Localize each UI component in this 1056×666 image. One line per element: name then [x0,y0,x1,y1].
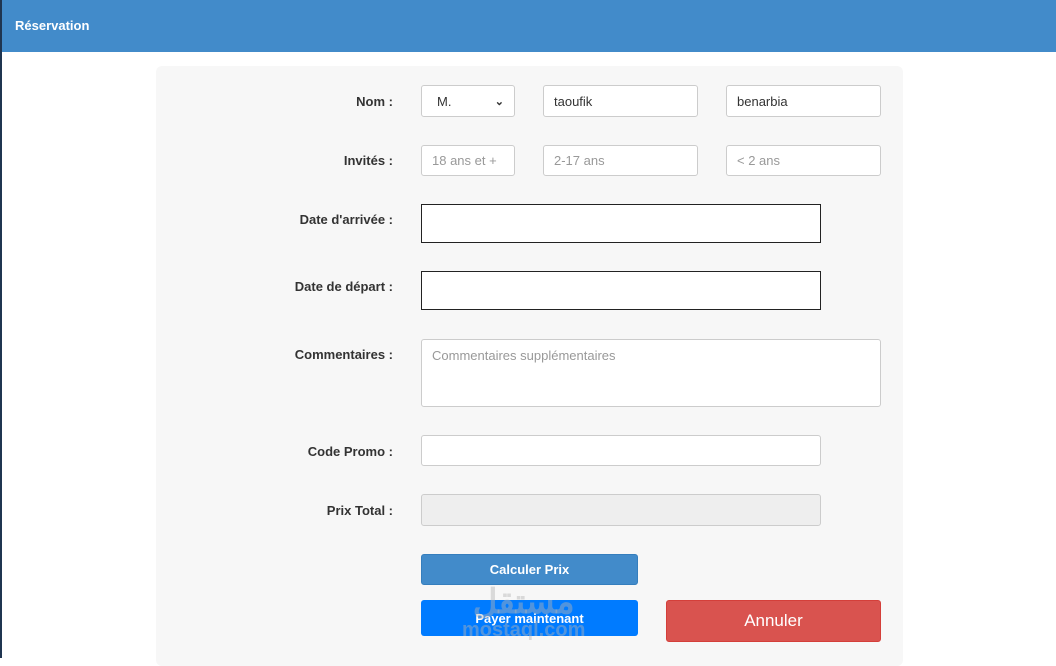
payer-button[interactable]: Payer maintenant [421,600,638,636]
nom-label: Nom : [356,94,393,109]
infants-placeholder: < 2 ans [737,153,781,168]
header-title: Réservation [15,18,90,33]
adults-input[interactable]: 18 ans et + [421,145,515,176]
invites-label: Invités : [343,153,393,168]
nom-input[interactable]: benarbia [726,85,881,117]
commentaires-label: Commentaires : [294,347,393,362]
promo-input[interactable] [421,435,821,466]
depart-label: Date de départ : [294,279,393,294]
children-placeholder: 2-17 ans [554,153,605,168]
promo-label: Code Promo : [307,444,393,459]
infants-input[interactable]: < 2 ans [726,145,881,176]
arrivee-label: Date d'arrivée : [299,212,393,227]
civilite-value: M. [437,93,452,109]
prenom-value: taoufik [554,93,593,109]
civilite-select[interactable]: M. ⌄ [421,85,515,117]
arrivee-date-input[interactable] [421,204,821,243]
calculer-prix-button[interactable]: Calculer Prix [421,554,638,585]
adults-placeholder: 18 ans et + [432,153,497,168]
annuler-button[interactable]: Annuler [666,600,881,642]
commentaires-textarea[interactable]: Commentaires supplémentaires [421,339,881,407]
commentaires-placeholder: Commentaires supplémentaires [432,348,616,363]
prix-total-field [421,494,821,526]
nom-value: benarbia [737,93,788,109]
page-header: Réservation [2,0,1056,52]
prenom-input[interactable]: taoufik [543,85,698,117]
prix-label: Prix Total : [326,503,393,518]
children-input[interactable]: 2-17 ans [543,145,698,176]
depart-date-input[interactable] [421,271,821,310]
chevron-down-icon: ⌄ [494,95,504,108]
